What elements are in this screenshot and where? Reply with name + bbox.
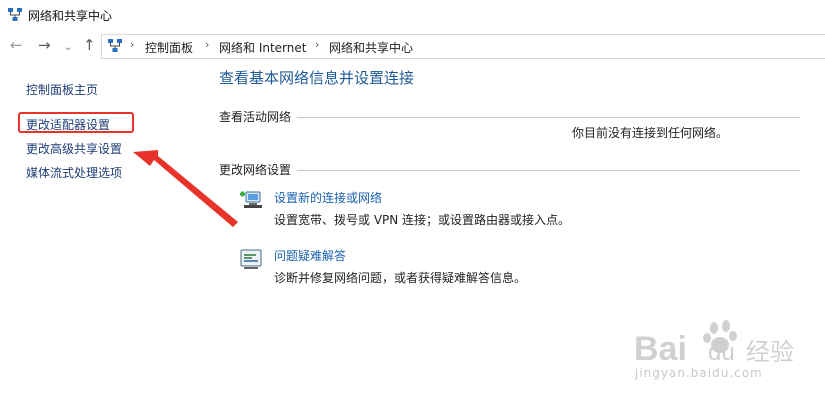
svg-text:du: du: [708, 339, 735, 366]
svg-text:Bai: Bai: [634, 330, 687, 368]
watermark-url: jingyan.baidu.com: [635, 366, 763, 380]
baidu-watermark-logo: Bai du 经验: [634, 320, 794, 368]
svg-text:经验: 经验: [746, 338, 794, 366]
